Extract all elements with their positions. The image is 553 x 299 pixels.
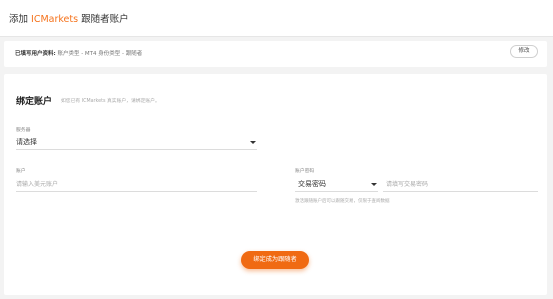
server-select-value: 请选择 [16,138,37,146]
server-select[interactable]: 请选择 [16,137,257,150]
password-input[interactable] [386,178,541,190]
account-input[interactable] [16,178,257,190]
profile-info-label: 已填写用户资料: [15,51,56,57]
page-title: 添加 ICMarkets 跟随者账户 [9,11,129,25]
password-help-text: 激活跟随账户后可以跟随交易，仅限于查阅数据 [295,199,390,204]
server-label: 服务器 [16,128,31,133]
profile-info: 已填写用户资料: 账户类型 - MT4 身份类型 - 跟随者 [15,49,142,57]
chevron-down-icon [250,141,256,144]
edit-button[interactable]: 修改 [510,45,538,58]
profile-info-value: 账户类型 - MT4 身份类型 - 跟随者 [55,51,143,57]
bind-account-card: 绑定账户 如您已有 ICMarkets 真实账户，请绑定账户。 服务器 请选择 … [4,74,547,295]
page-header: 添加 ICMarkets 跟随者账户 [0,0,553,37]
account-input-wrapper [16,178,257,192]
account-label: 账户 [16,169,26,174]
profile-info-card: 已填写用户资料: 账户类型 - MT4 身份类型 - 跟随者 修改 [4,41,547,67]
section-title: 绑定账户 [16,97,53,107]
bind-follower-button[interactable]: 绑定成为跟随者 [241,251,309,269]
section-hint: 如您已有 ICMarkets 真实账户，请绑定账户。 [61,99,160,104]
page-title-suffix: 跟随者账户 [78,14,129,25]
password-type-select[interactable]: 交易密码 [295,179,378,192]
page-title-prefix: 添加 [9,14,32,25]
password-type-value: 交易密码 [298,180,326,188]
password-input-wrapper [383,178,541,192]
chevron-down-icon [371,183,377,186]
password-label: 账户密码 [295,169,315,174]
page-title-brand: ICMarkets [31,14,79,25]
